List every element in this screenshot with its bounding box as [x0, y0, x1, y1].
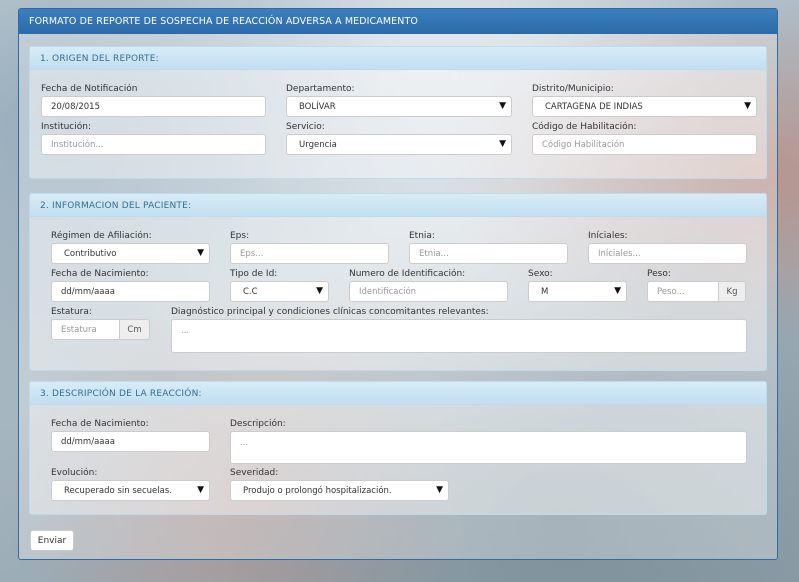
fecha-nacimiento-input[interactable]: dd/mm/aaaa: [51, 281, 210, 302]
etnia-label: Etnia:: [409, 231, 435, 241]
departamento-label: Departamento:: [286, 84, 355, 94]
chevron-down-icon: ▼: [197, 248, 204, 258]
iniciales-label: Iníciales:: [588, 231, 628, 241]
regimen-label: Régimen de Afiliación:: [51, 231, 152, 241]
peso-unit-addon: Kg: [718, 281, 746, 302]
chevron-down-icon: ▼: [316, 286, 323, 296]
estatura-label: Estatura:: [51, 307, 92, 317]
sexo-value: M: [541, 287, 549, 297]
evolucion-value: Recuperado sin secuelas.: [64, 486, 172, 496]
institucion-input[interactable]: Institución...: [41, 134, 266, 155]
diagnostico-label: Diagnóstico principal y condiciones clín…: [171, 307, 489, 317]
fecha-notificacion-label: Fecha de Notificación: [41, 84, 138, 94]
eps-label: Eps:: [230, 231, 250, 241]
codigo-habilitacion-input[interactable]: Código Habilitación: [532, 134, 757, 155]
chevron-down-icon: ▼: [197, 485, 204, 495]
report-form-panel: FORMATO DE REPORTE DE SOSPECHA DE REACCI…: [18, 8, 778, 560]
fecha-nacimiento-reaccion-input[interactable]: dd/mm/aaaa: [51, 431, 210, 452]
tipo-id-value: C.C: [243, 287, 258, 297]
section-origen: 1. ORIGEN DEL REPORTE: Fecha de Notifica…: [29, 46, 767, 179]
section-paciente-title: 2. INFORMACION DEL PACIENTE:: [30, 194, 766, 217]
severidad-value: Produjo o prolongó hospitalización.: [243, 486, 392, 496]
descripcion-label: Descripción:: [230, 419, 286, 429]
section-reaccion: 3. DESCRIPCIÓN DE LA REACCIÓN: Fecha de …: [29, 381, 767, 515]
institucion-label: Institución:: [41, 122, 92, 132]
peso-label: Peso:: [647, 269, 671, 279]
servicio-select[interactable]: Urgencia ▼: [286, 134, 512, 155]
eps-input[interactable]: Eps...: [230, 243, 389, 264]
chevron-down-icon: ▼: [499, 139, 506, 149]
fecha-nacimiento-label: Fecha de Nacimiento:: [51, 269, 149, 279]
chevron-down-icon: ▼: [499, 101, 506, 111]
evolucion-select[interactable]: Recuperado sin secuelas. ▼: [51, 480, 210, 501]
section-origen-title: 1. ORIGEN DEL REPORTE:: [30, 47, 766, 70]
estatura-unit-addon: Cm: [119, 319, 150, 340]
servicio-value: Urgencia: [299, 140, 337, 150]
chevron-down-icon: ▼: [436, 485, 443, 495]
severidad-select[interactable]: Produjo o prolongó hospitalización. ▼: [230, 480, 449, 501]
distrito-value: CARTAGENA DE INDIAS: [545, 102, 643, 112]
numero-identificacion-label: Numero de Identificación:: [349, 269, 466, 279]
chevron-down-icon: ▼: [744, 101, 751, 111]
codigo-habilitacion-label: Código de Habilitación:: [532, 122, 637, 132]
tipo-id-select[interactable]: C.C ▼: [230, 281, 329, 302]
diagnostico-textarea[interactable]: ...: [171, 319, 747, 353]
chevron-down-icon: ▼: [614, 286, 621, 296]
tipo-id-label: Tipo de Id:: [230, 269, 278, 279]
departamento-value: BOLÍVAR: [299, 102, 336, 112]
section-paciente: 2. INFORMACION DEL PACIENTE: Régimen de …: [29, 193, 767, 371]
numero-identificacion-input[interactable]: Identificación: [349, 281, 508, 302]
sexo-select[interactable]: M ▼: [528, 281, 627, 302]
fecha-nacimiento-reaccion-label: Fecha de Nacimiento:: [51, 419, 149, 429]
etnia-input[interactable]: Etnia...: [409, 243, 568, 264]
severidad-label: Severidad:: [230, 468, 279, 478]
distrito-label: Distrito/Municipio:: [532, 84, 614, 94]
fecha-notificacion-input[interactable]: 20/08/2015: [41, 96, 266, 117]
servicio-label: Servicio:: [286, 122, 325, 132]
section-reaccion-title: 3. DESCRIPCIÓN DE LA REACCIÓN:: [30, 382, 766, 405]
enviar-button[interactable]: Enviar: [30, 530, 74, 551]
departamento-select[interactable]: BOLÍVAR ▼: [286, 96, 512, 117]
descripcion-textarea[interactable]: ...: [230, 431, 747, 464]
evolucion-label: Evolución:: [51, 468, 98, 478]
distrito-select[interactable]: CARTAGENA DE INDIAS ▼: [532, 96, 757, 117]
iniciales-input[interactable]: Iníciales...: [588, 243, 747, 264]
regimen-select[interactable]: Contributivo ▼: [51, 243, 210, 264]
regimen-value: Contributivo: [64, 249, 117, 259]
peso-input[interactable]: Peso...: [647, 281, 719, 302]
sexo-label: Sexo:: [528, 269, 553, 279]
form-title: FORMATO DE REPORTE DE SOSPECHA DE REACCI…: [19, 9, 777, 34]
estatura-input[interactable]: Estatura: [51, 319, 120, 340]
